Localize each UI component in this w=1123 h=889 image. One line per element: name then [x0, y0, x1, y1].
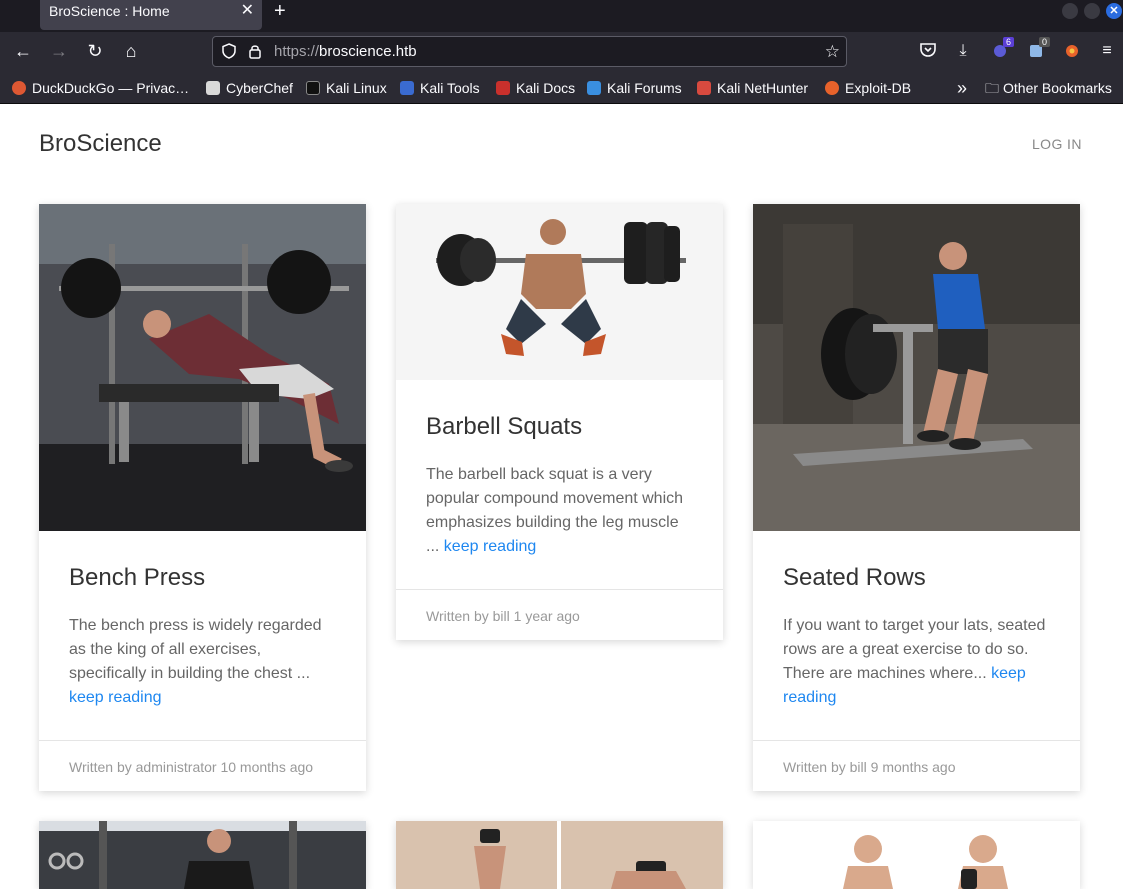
bookmark-kali-linux[interactable]: Kali Linux [306, 79, 387, 97]
bookmark-kali-nethunter[interactable]: Kali NetHunter [697, 79, 808, 97]
url-text[interactable]: https://broscience.htb [274, 44, 417, 60]
forward-arrow-icon[interactable]: → [48, 40, 70, 62]
exploit-db-icon [825, 81, 839, 95]
extension-badge: 6 [1002, 37, 1014, 47]
bookmark-label: Kali Tools [420, 80, 480, 96]
post-excerpt: The barbell back squat is a very popular… [426, 463, 696, 559]
post-card-barbell-squats: Barbell Squats The barbell back squat is… [396, 204, 723, 640]
post-meta: Written by administrator 10 months ago [69, 759, 314, 775]
bookmark-kali-docs[interactable]: Kali Docs [496, 79, 575, 97]
notes-icon[interactable]: 0 [1026, 37, 1050, 61]
shield-icon[interactable] [221, 43, 237, 62]
notes-badge: 0 [1038, 37, 1050, 47]
folder-icon: 🗀 [985, 80, 999, 96]
bookmarks-toolbar: DuckDuckGo — Privac… CyberChef Kali Linu… [0, 72, 1123, 104]
back-arrow-icon[interactable]: ← [12, 40, 34, 62]
cyberchef-icon [206, 81, 220, 95]
bookmarks-overflow-icon[interactable]: » [957, 79, 967, 97]
post-meta: Written by bill 1 year ago [426, 608, 580, 624]
duckduckgo-icon [12, 81, 26, 95]
post-title[interactable]: Bench Press [69, 564, 205, 592]
pocket-icon[interactable] [918, 41, 938, 61]
navigation-toolbar: ← → ↻ ⌂ https://broscience.htb ☆ ⤓ 6 0 ≡ [0, 32, 1123, 72]
kali-docs-icon [496, 81, 510, 95]
menu-icon[interactable]: ≡ [1097, 41, 1117, 61]
lock-icon[interactable] [247, 43, 263, 62]
post-card-bench-press: Bench Press The bench press is widely re… [39, 204, 366, 791]
dumbbell-press-image[interactable] [396, 821, 723, 889]
dumbbell-curl-image[interactable] [753, 821, 1080, 889]
other-bookmarks-label: Other Bookmarks [1003, 80, 1112, 96]
kali-dragon-icon [306, 81, 320, 95]
tab-strip: BroScience : Home ✕ + ✕ [0, 0, 1123, 32]
post-excerpt: If you want to target your lats, seated … [783, 614, 1053, 710]
other-bookmarks-folder[interactable]: 🗀 Other Bookmarks [985, 79, 1112, 97]
keep-reading-link[interactable]: keep reading [69, 689, 162, 706]
bookmark-kali-tools[interactable]: Kali Tools [400, 79, 480, 97]
extension-icon[interactable]: 6 [990, 37, 1014, 61]
bookmark-label: Kali Forums [607, 80, 682, 96]
bookmark-exploit-db[interactable]: Exploit-DB [825, 79, 911, 97]
bookmark-label: CyberChef [226, 80, 293, 96]
post-footer: Written by administrator 10 months ago [39, 740, 366, 791]
login-link[interactable]: LOG IN [1032, 136, 1082, 152]
window-close-icon[interactable]: ✕ [1106, 3, 1122, 19]
barbell-squats-image[interactable] [396, 204, 723, 380]
bench-press-image[interactable] [39, 204, 366, 531]
keep-reading-link[interactable]: keep reading [444, 538, 537, 555]
post-excerpt: The bench press is widely regarded as th… [69, 614, 339, 710]
bookmark-label: Kali Docs [516, 80, 576, 96]
post-title[interactable]: Seated Rows [783, 564, 926, 592]
post-card-seated-rows: Seated Rows If you want to target your l… [753, 204, 1080, 791]
tab-title: BroScience : Home [49, 3, 170, 19]
post-card-row2-3 [753, 821, 1080, 889]
post-title[interactable]: Barbell Squats [426, 413, 582, 441]
post-card-row2-2 [396, 821, 723, 889]
url-host: broscience.htb [319, 43, 417, 60]
bookmark-label: Exploit-DB [845, 80, 912, 96]
url-protocol: https:// [274, 43, 320, 60]
bookmark-label: Kali Linux [326, 80, 387, 96]
post-card-row2-1 [39, 821, 366, 889]
seated-rows-image[interactable] [753, 204, 1080, 531]
site-brand[interactable]: BroScience [39, 130, 162, 158]
reload-icon[interactable]: ↻ [84, 40, 106, 62]
minimize-icon[interactable] [1062, 3, 1078, 19]
post-meta: Written by bill 9 months ago [783, 759, 956, 775]
bookmark-star-icon[interactable]: ☆ [825, 42, 840, 62]
bookmark-duckduckgo[interactable]: DuckDuckGo — Privac… [12, 79, 189, 97]
nethunter-icon [697, 81, 711, 95]
home-icon[interactable]: ⌂ [120, 40, 142, 62]
kali-tools-icon [400, 81, 414, 95]
post-footer: Written by bill 9 months ago [753, 740, 1080, 791]
close-icon[interactable]: ✕ [241, 3, 254, 19]
foxyproxy-icon[interactable] [1062, 41, 1082, 61]
maximize-icon[interactable] [1084, 3, 1100, 19]
new-tab-button[interactable]: + [274, 1, 286, 21]
excerpt-text: The bench press is widely regarded as th… [69, 617, 322, 682]
bookmark-label: DuckDuckGo — Privac… [32, 80, 190, 96]
post-footer: Written by bill 1 year ago [396, 589, 723, 640]
bookmark-cyberchef[interactable]: CyberChef [206, 79, 293, 97]
bookmark-kali-forums[interactable]: Kali Forums [587, 79, 682, 97]
url-bar[interactable]: https://broscience.htb ☆ [212, 36, 847, 67]
tab-home[interactable]: BroScience : Home ✕ [40, 0, 262, 30]
bookmark-label: Kali NetHunter [717, 80, 809, 96]
kali-forums-icon [587, 81, 601, 95]
gym-trainer-image[interactable] [39, 821, 366, 889]
download-icon[interactable]: ⤓ [953, 41, 973, 61]
